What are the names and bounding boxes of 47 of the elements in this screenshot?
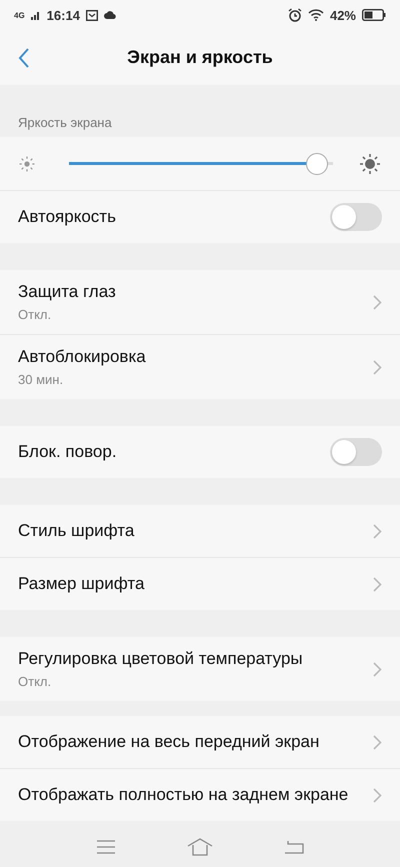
toggle-switch[interactable]: [330, 203, 382, 231]
setting-value: Откл.: [18, 674, 52, 689]
cloud-icon: [104, 11, 116, 19]
setting-item[interactable]: Стиль шрифта: [0, 505, 400, 557]
status-time: 16:14: [46, 8, 80, 22]
section-label: Яркость экрана: [17, 114, 113, 132]
menu-icon: [96, 840, 116, 854]
mail-icon: [86, 10, 98, 20]
setting-label: Автояркость: [18, 206, 117, 228]
brightness-icon: [358, 152, 382, 176]
setting-value: 30 мин.: [18, 372, 64, 387]
return-icon: [284, 840, 304, 854]
chevron-right-icon: [373, 662, 382, 676]
setting-label: Размер шрифта: [18, 574, 146, 594]
setting-label: Автоблокировка: [18, 347, 147, 368]
setting-item[interactable]: Отображать полностью на заднем экране: [0, 768, 400, 821]
home-icon: [186, 838, 213, 856]
chevron-right-icon: [373, 524, 382, 538]
slider-thumb[interactable]: [306, 152, 328, 174]
chevron-right-icon: [373, 360, 382, 374]
battery-percent: 42%: [330, 8, 356, 22]
setting-item[interactable]: Отображение на весь передний экран: [0, 716, 400, 768]
setting-label: Отображать полностью на заднем экране: [18, 784, 350, 806]
setting-item[interactable]: Размер шрифта: [0, 557, 400, 610]
brightness-icon: [18, 154, 36, 172]
toggle-switch[interactable]: [330, 438, 382, 466]
setting-label: Отображение на весь передний экран: [18, 732, 320, 752]
setting-label: Блок. повор.: [18, 442, 118, 462]
setting-label: Регулировка цветовой температуры: [18, 649, 304, 670]
setting-item[interactable]: Защита глаз Откл.: [0, 270, 400, 334]
chevron-right-icon: [373, 734, 382, 750]
signal-icon: [30, 10, 41, 20]
back-nav-button[interactable]: [282, 838, 306, 856]
page-title: Экран и яркость: [127, 47, 273, 68]
setting-item[interactable]: Автоблокировка 30 мин.: [0, 334, 400, 399]
battery-icon: [362, 9, 386, 21]
chevron-right-icon: [373, 576, 382, 592]
chevron-right-icon: [373, 294, 382, 310]
wifi-icon: [308, 9, 324, 21]
setting-label: Стиль шрифта: [18, 520, 136, 542]
network-type: 4G: [14, 10, 25, 20]
setting-item[interactable]: Регулировка цветовой температуры Откл.: [0, 637, 400, 701]
setting-label: Защита глаз: [18, 282, 117, 303]
setting-value: Откл.: [18, 306, 52, 322]
alarm-icon: [288, 8, 302, 22]
chevron-right-icon: [373, 788, 382, 802]
back-icon: [18, 48, 30, 68]
